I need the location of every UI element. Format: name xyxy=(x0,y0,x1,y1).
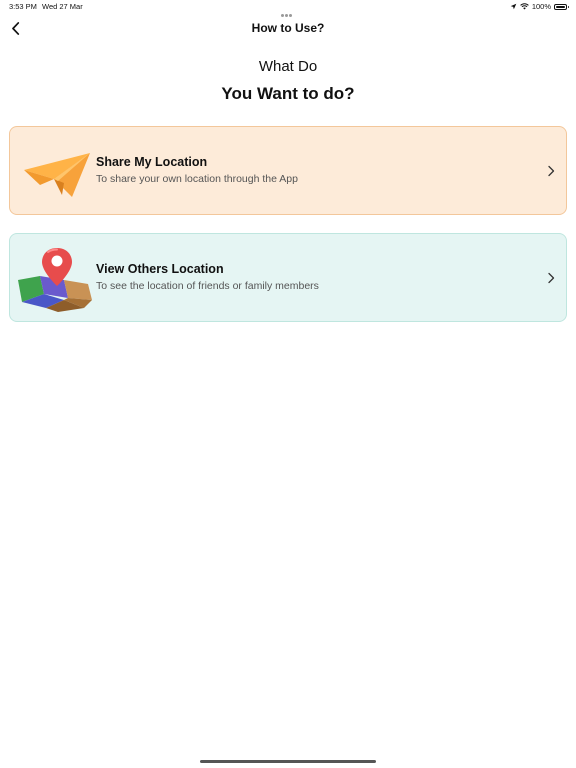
screen: 3:53 PM Wed 27 Mar 100% How to Use? What… xyxy=(0,0,576,768)
chevron-right-icon xyxy=(548,165,555,177)
map-pin-icon xyxy=(18,242,96,314)
battery-percentage: 100% xyxy=(531,2,551,11)
status-bar: 3:53 PM Wed 27 Mar 100% xyxy=(0,0,576,17)
share-my-location-description: To share your own location through the A… xyxy=(96,173,298,185)
share-my-location-card[interactable]: Share My Location To share your own loca… xyxy=(9,126,567,215)
heading-title: You Want to do? xyxy=(221,84,355,103)
view-others-location-title: View Others Location xyxy=(96,262,224,276)
navigation-bar: How to Use? xyxy=(0,14,576,42)
location-arrow-icon xyxy=(510,3,517,10)
status-date: Wed 27 Mar xyxy=(42,2,83,11)
home-indicator[interactable] xyxy=(200,760,376,763)
view-others-location-description: To see the location of friends or family… xyxy=(96,280,319,292)
share-my-location-title: Share My Location xyxy=(96,155,208,169)
chevron-right-icon xyxy=(548,272,555,284)
paper-plane-icon xyxy=(18,135,96,207)
heading-subtitle: What Do xyxy=(258,58,318,75)
status-indicators: 100% xyxy=(510,2,569,11)
status-time: 3:53 PM xyxy=(9,2,37,11)
page-title: How to Use? xyxy=(251,21,325,35)
wifi-icon xyxy=(520,3,529,10)
battery-icon xyxy=(554,3,569,10)
view-others-location-card[interactable]: View Others Location To see the location… xyxy=(9,233,567,322)
multitasking-dots-icon[interactable] xyxy=(281,4,295,17)
